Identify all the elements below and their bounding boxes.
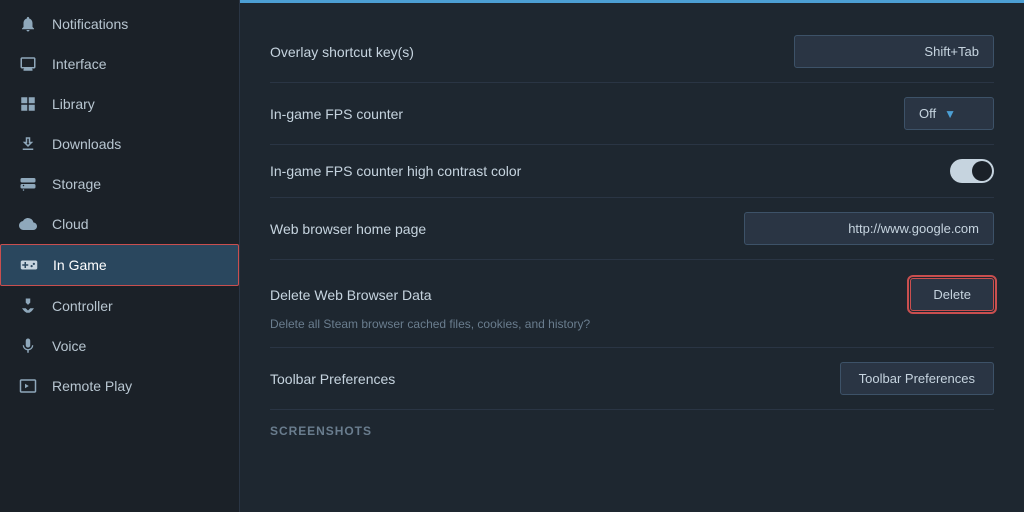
toolbar-prefs-label: Toolbar Preferences bbox=[270, 371, 840, 387]
fps-counter-dropdown[interactable]: Off ▼ bbox=[904, 97, 994, 130]
sidebar-item-label-notifications: Notifications bbox=[52, 16, 128, 32]
content-area: Overlay shortcut key(s) Shift+Tab In-gam… bbox=[240, 3, 1024, 462]
fps-contrast-control bbox=[950, 159, 994, 183]
sidebar-item-label-library: Library bbox=[52, 96, 95, 112]
toolbar-prefs-row: Toolbar Preferences Toolbar Preferences bbox=[270, 348, 994, 410]
download-icon bbox=[18, 134, 38, 154]
overlay-shortcut-control: Shift+Tab bbox=[794, 35, 994, 68]
web-browser-control: http://www.google.com bbox=[744, 212, 994, 245]
delete-browser-button[interactable]: Delete bbox=[910, 278, 994, 311]
sidebar-item-library[interactable]: Library bbox=[0, 84, 239, 124]
screenshots-section-header: SCREENSHOTS bbox=[270, 410, 994, 444]
web-browser-label: Web browser home page bbox=[270, 221, 744, 237]
controller-icon bbox=[18, 296, 38, 316]
toolbar-prefs-button[interactable]: Toolbar Preferences bbox=[840, 362, 994, 395]
sidebar: Notifications Interface Library Download… bbox=[0, 0, 240, 512]
toolbar-prefs-control: Toolbar Preferences bbox=[840, 362, 994, 395]
stream-icon bbox=[18, 376, 38, 396]
sidebar-item-label-downloads: Downloads bbox=[52, 136, 121, 152]
sidebar-item-controller[interactable]: Controller bbox=[0, 286, 239, 326]
sidebar-item-notifications[interactable]: Notifications bbox=[0, 4, 239, 44]
delete-browser-label: Delete Web Browser Data bbox=[270, 287, 910, 303]
fps-contrast-toggle[interactable] bbox=[950, 159, 994, 183]
fps-counter-control: Off ▼ bbox=[904, 97, 994, 130]
sidebar-item-voice[interactable]: Voice bbox=[0, 326, 239, 366]
ingame-icon bbox=[19, 255, 39, 275]
sidebar-item-remoteplay[interactable]: Remote Play bbox=[0, 366, 239, 406]
monitor-icon bbox=[18, 54, 38, 74]
fps-counter-label: In-game FPS counter bbox=[270, 106, 904, 122]
web-browser-row: Web browser home page http://www.google.… bbox=[270, 198, 994, 260]
mic-icon bbox=[18, 336, 38, 356]
grid-icon bbox=[18, 94, 38, 114]
delete-browser-row: Delete Web Browser Data Delete Delete al… bbox=[270, 260, 994, 348]
main-content: Overlay shortcut key(s) Shift+Tab In-gam… bbox=[240, 0, 1024, 512]
sidebar-item-label-interface: Interface bbox=[52, 56, 106, 72]
fps-contrast-row: In-game FPS counter high contrast color bbox=[270, 145, 994, 198]
sidebar-item-downloads[interactable]: Downloads bbox=[0, 124, 239, 164]
sidebar-item-label-controller: Controller bbox=[52, 298, 113, 314]
sidebar-item-ingame[interactable]: In Game bbox=[0, 244, 239, 286]
fps-counter-row: In-game FPS counter Off ▼ bbox=[270, 83, 994, 145]
fps-contrast-label: In-game FPS counter high contrast color bbox=[270, 163, 950, 179]
sidebar-item-cloud[interactable]: Cloud bbox=[0, 204, 239, 244]
bell-icon bbox=[18, 14, 38, 34]
sidebar-item-label-remoteplay: Remote Play bbox=[52, 378, 132, 394]
sidebar-item-label-ingame: In Game bbox=[53, 257, 107, 273]
overlay-shortcut-input[interactable]: Shift+Tab bbox=[794, 35, 994, 68]
sidebar-item-label-cloud: Cloud bbox=[52, 216, 89, 232]
sidebar-item-storage[interactable]: Storage bbox=[0, 164, 239, 204]
web-browser-input[interactable]: http://www.google.com bbox=[744, 212, 994, 245]
sidebar-item-label-voice: Voice bbox=[52, 338, 86, 354]
chevron-down-icon: ▼ bbox=[944, 107, 956, 121]
overlay-shortcut-row: Overlay shortcut key(s) Shift+Tab bbox=[270, 21, 994, 83]
cloud-icon bbox=[18, 214, 38, 234]
overlay-shortcut-label: Overlay shortcut key(s) bbox=[270, 44, 794, 60]
sidebar-item-interface[interactable]: Interface bbox=[0, 44, 239, 84]
delete-browser-sub: Delete all Steam browser cached files, c… bbox=[270, 315, 994, 337]
storage-icon bbox=[18, 174, 38, 194]
sidebar-item-label-storage: Storage bbox=[52, 176, 101, 192]
fps-counter-value: Off bbox=[919, 106, 936, 121]
delete-browser-top: Delete Web Browser Data Delete bbox=[270, 270, 994, 315]
